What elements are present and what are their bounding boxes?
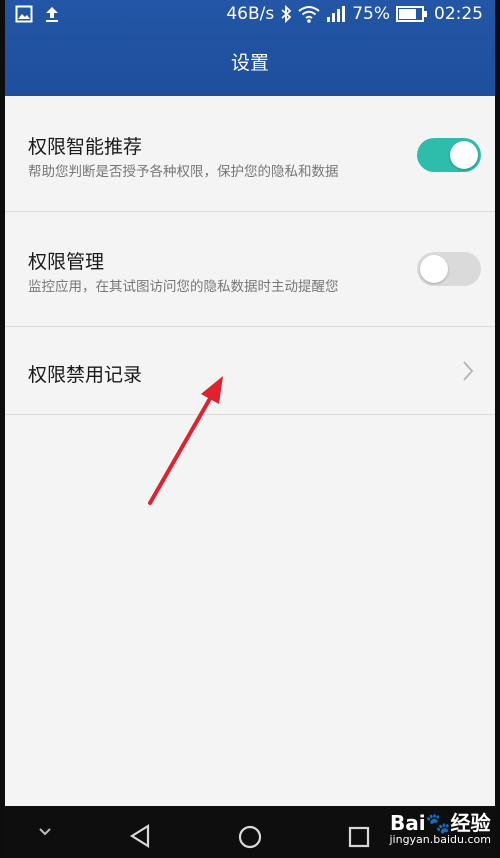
chevron-down-icon[interactable]: [37, 824, 53, 843]
home-icon[interactable]: [238, 825, 262, 853]
annotation-arrow: [148, 376, 223, 505]
watermark-logo: Bai🐾经验: [389, 811, 491, 835]
recents-icon[interactable]: [348, 826, 370, 852]
settings-screen: 46B/s 75% 02:25 设置 权限智能推荐 帮助您判断是否授予各种权限，…: [5, 0, 495, 858]
back-icon[interactable]: [129, 824, 151, 852]
baidu-jingyan-watermark: Bai🐾经验 jingyan.baidu.com: [389, 812, 491, 846]
watermark-url: jingyan.baidu.com: [389, 833, 491, 846]
